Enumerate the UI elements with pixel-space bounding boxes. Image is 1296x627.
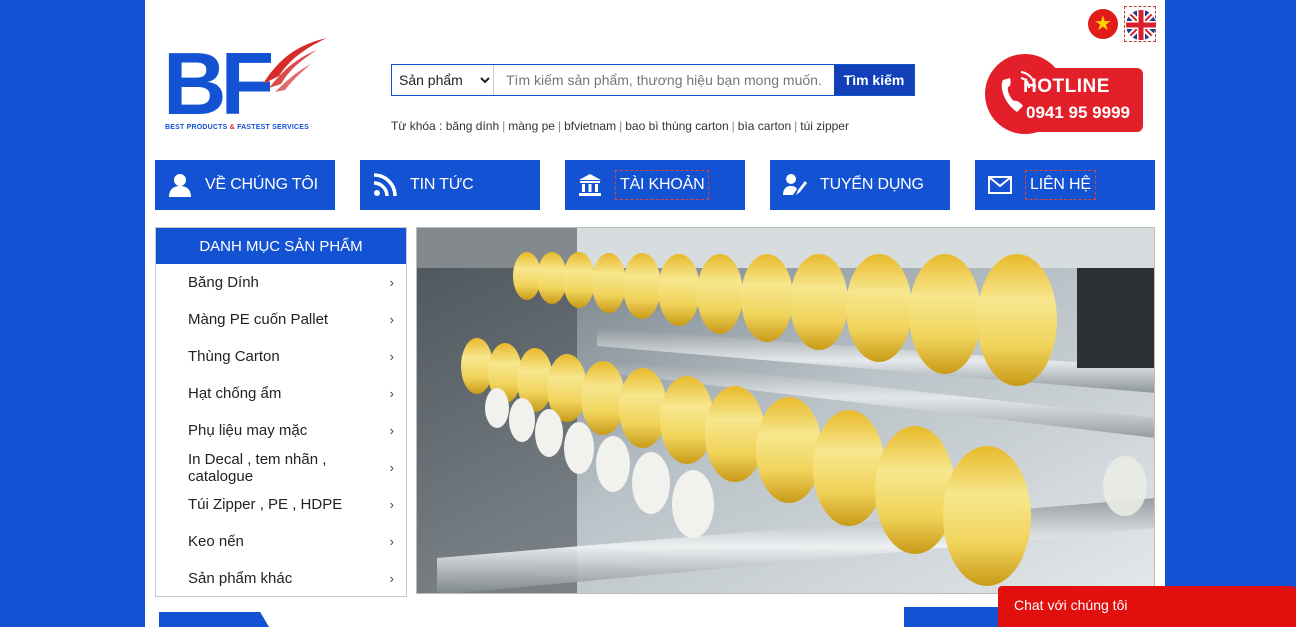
- category-item[interactable]: Keo nến ›: [156, 523, 406, 560]
- nav-account[interactable]: TÀI KHOẢN: [565, 160, 745, 210]
- chevron-right-icon: ›: [389, 275, 394, 290]
- search-button[interactable]: Tìm kiếm: [834, 65, 914, 95]
- page-container: ★ BF BEST PRODUCTS & FASTEST SERVICES Sả…: [145, 0, 1165, 627]
- nav-contact[interactable]: LIÊN HỆ: [975, 160, 1155, 210]
- section-tab-left: [159, 612, 269, 627]
- keyword-link[interactable]: bao bì thùng carton: [625, 119, 728, 133]
- uk-flag-icon: [1126, 10, 1156, 40]
- nav-label: TÀI KHOẢN: [615, 170, 710, 200]
- chevron-right-icon: ›: [389, 460, 394, 475]
- keyword-link[interactable]: màng pe: [508, 119, 555, 133]
- search-keywords: Từ khóa : băng dính | màng pe | bfvietnam | ba…: [391, 119, 849, 133]
- logo-swoosh-icon: [263, 38, 327, 92]
- keyword-link[interactable]: bfvietnam: [564, 119, 616, 133]
- nav-recruitment[interactable]: TUYỂN DỤNG: [770, 160, 950, 210]
- category-label: Hạt chống ẩm: [188, 385, 282, 402]
- keyword-link[interactable]: băng dính: [446, 119, 499, 133]
- keyword-link[interactable]: túi zipper: [800, 119, 849, 133]
- category-item[interactable]: Màng PE cuốn Pallet ›: [156, 301, 406, 338]
- category-label: Phụ liệu may mặc: [188, 422, 308, 439]
- nav-about[interactable]: VỀ CHÚNG TÔI: [155, 160, 335, 210]
- svg-text:BF: BF: [163, 42, 272, 118]
- category-item[interactable]: Thùng Carton ›: [156, 338, 406, 375]
- recruit-icon: [782, 172, 808, 198]
- category-label: Keo nến: [188, 533, 244, 550]
- hotline-badge[interactable]: HOTLINE 0941 95 9999: [985, 54, 1145, 136]
- category-sidebar: DANH MỤC SẢN PHẨM Băng Dính › Màng PE cuố…: [155, 227, 407, 597]
- user-icon: [167, 172, 193, 198]
- category-label: Thùng Carton: [188, 348, 280, 365]
- category-label: Màng PE cuốn Pallet: [188, 311, 329, 328]
- chevron-right-icon: ›: [389, 497, 394, 512]
- chevron-right-icon: ›: [389, 571, 394, 586]
- chevron-right-icon: ›: [389, 349, 394, 364]
- tagline-part1: BEST PRODUCTS: [165, 124, 228, 131]
- nav-label: LIÊN HỆ: [1025, 170, 1096, 200]
- keywords-prefix: Từ khóa :: [391, 119, 443, 133]
- hotline-number: 0941 95 9999: [1026, 103, 1130, 122]
- category-item[interactable]: Phụ liệu may mặc ›: [156, 412, 406, 449]
- chevron-right-icon: ›: [389, 534, 394, 549]
- nav-label: VỀ CHÚNG TÔI: [205, 176, 318, 193]
- category-item[interactable]: Túi Zipper , PE , HDPE ›: [156, 486, 406, 523]
- category-item[interactable]: Băng Dính ›: [156, 264, 406, 301]
- nav-label: TIN TỨC: [410, 176, 474, 193]
- chat-widget-button[interactable]: Chat với chúng tôi: [998, 586, 1296, 627]
- nav-label: TUYỂN DỤNG: [820, 176, 924, 193]
- bank-icon: [577, 172, 603, 198]
- chevron-right-icon: ›: [389, 386, 394, 401]
- vietnam-flag-icon[interactable]: ★: [1088, 9, 1118, 39]
- category-item[interactable]: Hạt chống ẩm ›: [156, 375, 406, 412]
- chevron-right-icon: ›: [389, 423, 394, 438]
- category-label: Túi Zipper , PE , HDPE: [188, 496, 343, 513]
- search-category-select[interactable]: Sản phẩm: [392, 65, 494, 95]
- site-logo[interactable]: BF BEST PRODUCTS & FASTEST SERVICES: [163, 36, 328, 136]
- category-item[interactable]: Sản phẩm khác ›: [156, 560, 406, 597]
- tagline-amp: &: [229, 124, 235, 131]
- category-item[interactable]: In Decal , tem nhãn , catalogue ›: [156, 449, 406, 486]
- mail-icon: [987, 172, 1013, 198]
- category-label: Sản phẩm khác: [188, 570, 293, 587]
- keyword-link[interactable]: bìa carton: [738, 119, 791, 133]
- sidebar-title: DANH MỤC SẢN PHẨM: [156, 228, 406, 264]
- rss-icon: [372, 172, 398, 198]
- category-label: Băng Dính: [188, 274, 259, 291]
- english-flag-button[interactable]: [1124, 6, 1156, 42]
- chevron-right-icon: ›: [389, 312, 394, 327]
- tagline-part2: FASTEST SERVICES: [237, 124, 309, 131]
- category-label: In Decal , tem nhãn , catalogue: [188, 450, 327, 485]
- hero-banner-image[interactable]: [416, 227, 1155, 594]
- search-bar: Sản phẩm Tìm kiếm: [391, 64, 915, 96]
- logo-tagline: BEST PRODUCTS & FASTEST SERVICES: [165, 124, 309, 131]
- hotline-label: HOTLINE: [1023, 76, 1110, 97]
- search-input[interactable]: [494, 65, 834, 95]
- main-nav: VỀ CHÚNG TÔI TIN TỨC TÀI KHOẢN TUYỂN DỤN…: [155, 160, 1155, 210]
- nav-news[interactable]: TIN TỨC: [360, 160, 540, 210]
